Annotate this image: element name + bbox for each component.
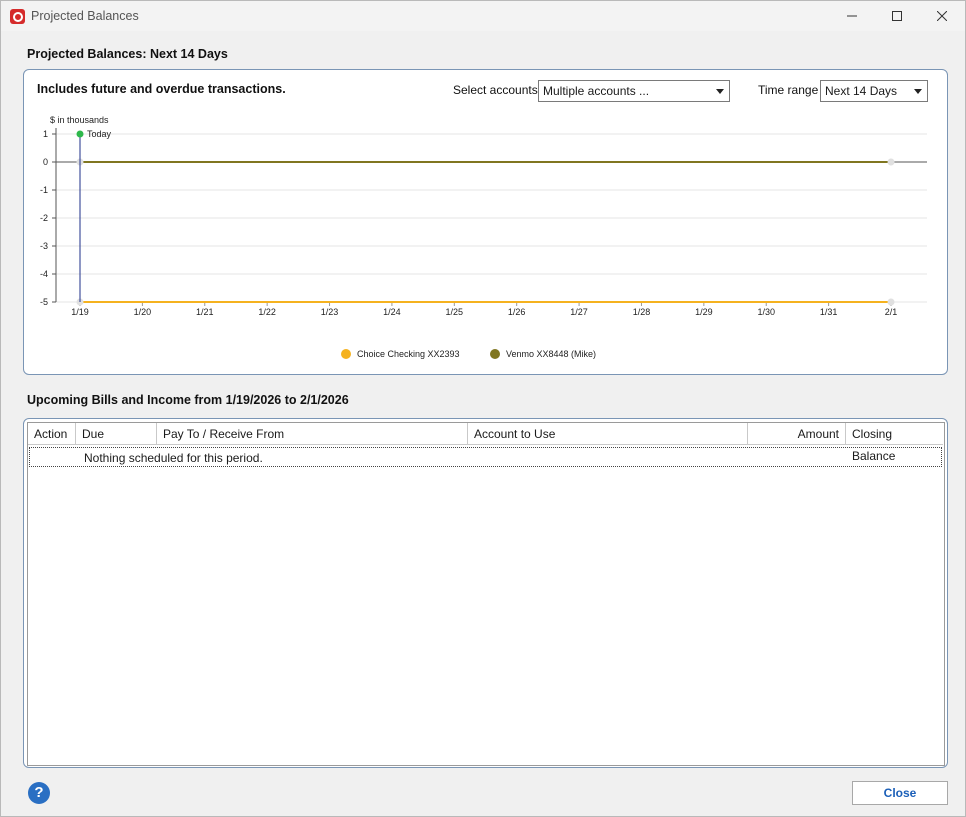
x-tick-label: 1/21 — [196, 307, 214, 317]
quicken-q-icon — [10, 9, 25, 24]
x-tick-label: 1/19 — [71, 307, 89, 317]
y-tick-label: 0 — [43, 157, 48, 167]
y-tick-label: -5 — [40, 297, 48, 307]
time-range-value: Next 14 Days — [825, 84, 898, 98]
legend-label: Venmo XX8448 (Mike) — [506, 349, 597, 359]
y-tick-label: 1 — [43, 129, 48, 139]
projected-balances-window: Projected Balances Projected Balances: N… — [0, 0, 966, 817]
x-tick-label: 1/30 — [757, 307, 775, 317]
maximize-icon — [892, 11, 902, 21]
title-bar: Projected Balances — [1, 1, 965, 31]
column-header-due[interactable]: Due — [76, 423, 157, 445]
minimize-button[interactable] — [829, 1, 875, 31]
x-tick-label: 1/20 — [134, 307, 152, 317]
column-header-closing-balance[interactable]: Closing Balance — [846, 423, 943, 463]
legend-marker — [341, 349, 351, 359]
column-header-amount[interactable]: Amount — [748, 423, 846, 445]
series-end-point — [887, 158, 895, 166]
chart-note: Includes future and overdue transactions… — [37, 82, 286, 96]
y-unit-label: $ in thousands — [50, 115, 109, 125]
legend-item-venmo: Venmo XX8448 (Mike) — [490, 349, 596, 359]
close-icon — [937, 11, 947, 21]
legend-marker — [490, 349, 500, 359]
chevron-down-icon — [711, 81, 729, 101]
x-tick-label: 1/22 — [258, 307, 276, 317]
y-tick-label: -1 — [40, 185, 48, 195]
y-tick-label: -3 — [40, 241, 48, 251]
upcoming-table: Action Due Pay To / Receive From Account… — [27, 422, 945, 766]
x-tick-label: 1/28 — [633, 307, 651, 317]
time-range-label: Time range — [758, 83, 819, 97]
today-marker — [76, 130, 84, 138]
x-tick-label: 1/25 — [446, 307, 464, 317]
legend-label: Choice Checking XX2393 — [357, 349, 460, 359]
x-tick-label: 2/1 — [885, 307, 898, 317]
column-header-action[interactable]: Action — [28, 423, 76, 445]
x-tick-label: 1/29 — [695, 307, 713, 317]
select-accounts-value: Multiple accounts ... — [543, 84, 650, 98]
section-title-upcoming: Upcoming Bills and Income from 1/19/2026… — [27, 393, 349, 407]
x-tick-label: 1/27 — [570, 307, 588, 317]
today-label: Today — [87, 129, 112, 139]
column-header-account[interactable]: Account to Use — [468, 423, 748, 445]
y-tick-label: -2 — [40, 213, 48, 223]
series-end-point — [887, 298, 895, 306]
x-tick-label: 1/24 — [383, 307, 401, 317]
projected-balance-chart: 1 0 -1 -2 -3 -4 -5 1/19 1/20 1/21 1/22 1/23 1/24 1/25… — [40, 115, 927, 317]
close-button[interactable]: Close — [852, 781, 948, 805]
close-window-button[interactable] — [919, 1, 965, 31]
x-tick-label: 1/26 — [508, 307, 526, 317]
help-icon: ? — [34, 784, 44, 801]
empty-row: Nothing scheduled for this period. — [29, 447, 942, 467]
time-range-dropdown[interactable]: Next 14 Days — [820, 80, 928, 102]
empty-message: Nothing scheduled for this period. — [84, 451, 263, 465]
chevron-down-icon — [909, 81, 927, 101]
x-tick-label: 1/23 — [321, 307, 339, 317]
section-title-projected: Projected Balances: Next 14 Days — [27, 47, 228, 61]
column-header-pay-to[interactable]: Pay To / Receive From — [157, 423, 468, 445]
y-tick-label: -4 — [40, 269, 48, 279]
select-accounts-label: Select accounts — [453, 83, 538, 97]
x-tick-label: 1/31 — [820, 307, 838, 317]
maximize-button[interactable] — [874, 1, 920, 31]
legend-item-choice-checking: Choice Checking XX2393 — [341, 349, 460, 359]
window-title: Projected Balances — [31, 9, 139, 23]
help-button[interactable]: ? — [28, 782, 50, 804]
minimize-icon — [847, 15, 857, 17]
select-accounts-dropdown[interactable]: Multiple accounts ... — [538, 80, 730, 102]
